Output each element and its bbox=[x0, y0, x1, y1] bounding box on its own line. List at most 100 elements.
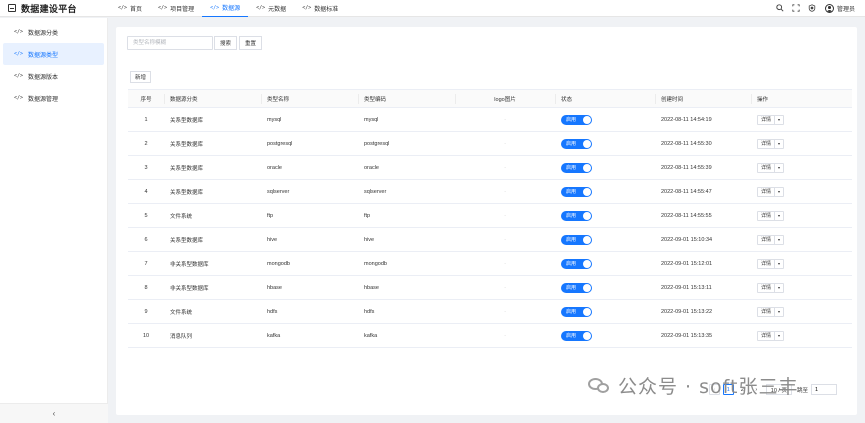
chevron-down-icon[interactable]: ▾ bbox=[775, 284, 783, 292]
status-toggle[interactable]: 启用 bbox=[561, 114, 592, 125]
status-toggle-label: 启用 bbox=[566, 237, 577, 243]
chevron-down-icon[interactable]: ▾ bbox=[775, 164, 783, 172]
sidebar-item-label: 数据源版本 bbox=[28, 74, 59, 81]
status-toggle[interactable]: 启用 bbox=[561, 234, 592, 245]
category-cell: 文件系统 bbox=[164, 203, 261, 228]
toggle-knob bbox=[583, 139, 591, 148]
toggle-knob bbox=[583, 259, 591, 268]
created-time-cell: 2022-08-11 14:55:55 bbox=[655, 203, 751, 228]
table-row: 4 关系型数据库 sqlserver sqlserver · 启用 2022-08-11 1… bbox=[128, 179, 852, 204]
status-toggle[interactable]: 启用 bbox=[561, 210, 592, 221]
search-icon[interactable] bbox=[775, 3, 785, 13]
chevron-down-icon[interactable]: ▾ bbox=[775, 236, 783, 244]
status-toggle-label: 启用 bbox=[566, 285, 577, 291]
action-dropdown: 详情 ▾ bbox=[757, 258, 785, 269]
sidebar-item-1[interactable]: </> 数据源类型 bbox=[3, 43, 104, 65]
code-icon: </> bbox=[210, 4, 220, 11]
type-code-cell: kafka bbox=[358, 323, 455, 348]
chevron-down-icon[interactable]: ▾ bbox=[775, 332, 783, 340]
fullscreen-icon[interactable] bbox=[791, 3, 801, 13]
type-code-cell: hive bbox=[358, 227, 455, 252]
status-toggle[interactable]: 启用 bbox=[561, 330, 592, 341]
sidebar-item-label: 数据源类型 bbox=[28, 52, 59, 59]
table-header-row: 序号 数据源分类 类型名称 类型编码 logo图片 状态 创建时间 操作 bbox=[128, 89, 852, 108]
nav-item-0[interactable]: </> 首页 bbox=[110, 0, 150, 17]
logo-image: · bbox=[504, 140, 506, 146]
jump-page-input[interactable] bbox=[811, 384, 837, 395]
status-toggle-label: 启用 bbox=[566, 333, 577, 339]
category-cell: 关系型数据库 bbox=[164, 107, 261, 132]
nav-item-label: 数据源 bbox=[222, 6, 241, 12]
status-toggle-label: 启用 bbox=[566, 309, 577, 315]
nav-item-4[interactable]: </> 数据标准 bbox=[294, 0, 346, 17]
type-name-cell: hbase bbox=[261, 275, 358, 300]
code-icon: </> bbox=[14, 51, 24, 57]
type-name-cell: kafka bbox=[261, 323, 358, 348]
action-dropdown: 详情 ▾ bbox=[757, 114, 785, 125]
type-code-cell: hdfs bbox=[358, 299, 455, 324]
status-toggle[interactable]: 启用 bbox=[561, 306, 592, 317]
chevron-down-icon[interactable]: ▾ bbox=[775, 260, 783, 268]
user-icon[interactable] bbox=[824, 3, 834, 13]
nav-item-2[interactable]: </> 数据源 bbox=[202, 0, 249, 17]
detail-button[interactable]: 详情 bbox=[758, 307, 776, 316]
theme-icon[interactable] bbox=[807, 3, 817, 13]
detail-button[interactable]: 详情 bbox=[758, 187, 776, 196]
sidebar-item-3[interactable]: </> 数据源管理 bbox=[0, 87, 107, 109]
detail-button[interactable]: 详情 bbox=[758, 211, 776, 220]
column-header: 操作 bbox=[751, 89, 852, 108]
detail-button[interactable]: 详情 bbox=[758, 331, 776, 340]
logo-image: · bbox=[504, 164, 506, 170]
search-button[interactable]: 搜索 bbox=[214, 36, 238, 50]
sidebar-collapse-button[interactable]: ‹ bbox=[0, 403, 108, 423]
row-index: 7 bbox=[128, 251, 164, 276]
status-toggle-label: 启用 bbox=[566, 141, 577, 147]
status-toggle[interactable]: 启用 bbox=[561, 162, 592, 173]
chevron-down-icon[interactable]: ▾ bbox=[775, 188, 783, 196]
nav-item-3[interactable]: </> 元数据 bbox=[248, 0, 294, 17]
created-time-cell: 2022-08-11 14:55:47 bbox=[655, 179, 751, 204]
column-header: 状态 bbox=[555, 89, 655, 108]
chevron-down-icon[interactable]: ▾ bbox=[775, 140, 783, 148]
sidebar-item-0[interactable]: </> 数据源分类 bbox=[0, 21, 107, 43]
logo-image: · bbox=[504, 332, 506, 338]
category-cell: 关系型数据库 bbox=[164, 131, 261, 156]
detail-button[interactable]: 详情 bbox=[758, 259, 776, 268]
type-code-cell: mongodb bbox=[358, 251, 455, 276]
status-toggle-label: 启用 bbox=[566, 165, 577, 171]
chevron-down-icon[interactable]: ▾ bbox=[775, 116, 783, 124]
user-name[interactable]: 管理员 bbox=[837, 4, 855, 13]
status-toggle[interactable]: 启用 bbox=[561, 138, 592, 149]
status-toggle[interactable]: 启用 bbox=[561, 186, 592, 197]
nav-item-1[interactable]: </> 项目管理 bbox=[150, 0, 202, 17]
chevron-down-icon[interactable]: ▾ bbox=[775, 212, 783, 220]
status-toggle[interactable]: 启用 bbox=[561, 282, 592, 293]
category-cell: 非关系型数据库 bbox=[164, 275, 261, 300]
type-name-search-input[interactable] bbox=[127, 36, 213, 50]
detail-button[interactable]: 详情 bbox=[758, 283, 776, 292]
add-button[interactable]: 新增 bbox=[130, 71, 152, 83]
table-row: 8 非关系型数据库 hbase hbase · 启用 2022-09-01 15:13:11… bbox=[128, 275, 852, 300]
detail-button[interactable]: 详情 bbox=[758, 115, 776, 124]
type-name-cell: sqlserver bbox=[261, 179, 358, 204]
status-cell: 启用 bbox=[555, 107, 655, 132]
table-row: 7 非关系型数据库 mongodb mongodb · 启用 2022-09-01 15:1… bbox=[128, 251, 852, 276]
row-index: 5 bbox=[128, 203, 164, 228]
table-row: 1 关系型数据库 mysql mysql · 启用 2022-08-11 14:54:19 详… bbox=[128, 107, 852, 132]
type-code-cell: oracle bbox=[358, 155, 455, 180]
sidebar-item-2[interactable]: </> 数据源版本 bbox=[0, 65, 107, 87]
app-logo[interactable]: 数据建设平台 bbox=[0, 2, 110, 15]
status-toggle[interactable]: 启用 bbox=[561, 258, 592, 269]
detail-button[interactable]: 详情 bbox=[758, 235, 776, 244]
detail-button[interactable]: 详情 bbox=[758, 139, 776, 148]
detail-button[interactable]: 详情 bbox=[758, 163, 776, 172]
type-name-cell: ftp bbox=[261, 203, 358, 228]
action-cell: 详情 ▾ bbox=[751, 251, 852, 276]
category-cell: 消息队列 bbox=[164, 323, 261, 348]
action-dropdown: 详情 ▾ bbox=[757, 282, 785, 293]
chevron-down-icon[interactable]: ▾ bbox=[775, 308, 783, 316]
sidebar: </> 数据源分类 </> 数据源类型 </> 数据源版本 </> 数据源管理 ‹ bbox=[0, 18, 108, 423]
code-icon: </> bbox=[14, 95, 24, 101]
logo-cell: · bbox=[455, 155, 555, 180]
reset-button[interactable]: 重置 bbox=[239, 36, 263, 50]
